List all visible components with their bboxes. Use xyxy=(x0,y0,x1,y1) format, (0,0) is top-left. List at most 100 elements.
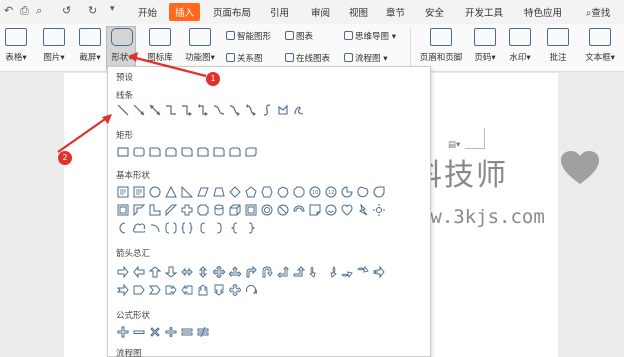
oval-shape[interactable] xyxy=(148,185,162,199)
print-icon[interactable]: ⎙ xyxy=(20,4,29,18)
curved-down-arrow-shape[interactable] xyxy=(356,265,370,279)
textbox-shape[interactable] xyxy=(116,185,130,199)
chart-button[interactable]: 图表 xyxy=(285,30,313,42)
bent-arrow-shape[interactable] xyxy=(244,265,258,279)
tab-chapter[interactable]: 章节 xyxy=(386,5,405,19)
diagonal-stripe-shape[interactable] xyxy=(164,203,178,217)
table-button[interactable]: 表格▾ xyxy=(4,26,28,63)
down-arrow-callout-shape[interactable] xyxy=(212,283,226,297)
smartart-button[interactable]: 智能图形 xyxy=(226,30,271,42)
round-same-side-rectangle-shape[interactable] xyxy=(228,145,242,159)
headerfooter-button[interactable]: 页眉和页脚 xyxy=(415,26,467,63)
double-arrow-line-shape[interactable] xyxy=(148,103,162,117)
teardrop-shape[interactable] xyxy=(372,185,386,199)
vertical-textbox-shape[interactable] xyxy=(132,185,146,199)
elbow-double-arrow-shape[interactable] xyxy=(196,103,210,117)
right-brace-shape[interactable] xyxy=(244,221,258,235)
right-arrow-shape[interactable] xyxy=(116,265,130,279)
donut-shape[interactable] xyxy=(260,203,274,217)
mindmap-button[interactable]: 思维导图 ▾ xyxy=(344,30,396,42)
search-button[interactable]: ⌕查找 xyxy=(586,5,610,19)
tab-special[interactable]: 特色应用 xyxy=(524,5,562,19)
cloud-shape[interactable] xyxy=(132,221,146,235)
tab-reference[interactable]: 引用 xyxy=(270,5,289,19)
curved-left-arrow-shape[interactable] xyxy=(324,265,338,279)
chord-shape[interactable] xyxy=(356,185,370,199)
not-equal-shape[interactable] xyxy=(196,325,210,339)
triangle-shape[interactable] xyxy=(164,185,178,199)
rounded-rectangle-shape[interactable] xyxy=(132,145,146,159)
paste-options-icon[interactable]: ▤▾ xyxy=(448,140,460,150)
curved-up-arrow-shape[interactable] xyxy=(340,265,354,279)
preview-icon[interactable]: ⌕ xyxy=(36,4,42,18)
left-up-arrow-shape[interactable] xyxy=(276,265,290,279)
plus-shape[interactable] xyxy=(116,325,130,339)
comment-button[interactable]: 批注 xyxy=(546,26,570,63)
left-bracket-shape[interactable] xyxy=(196,221,210,235)
tab-review[interactable]: 审阅 xyxy=(311,5,330,19)
left-right-up-arrow-shape[interactable] xyxy=(228,265,242,279)
arrow-line-shape[interactable] xyxy=(132,103,146,117)
tab-insert[interactable]: 插入 xyxy=(169,3,201,21)
pentagon-shape[interactable] xyxy=(244,185,258,199)
funcchart-button[interactable]: 功能图▾ xyxy=(180,26,220,63)
half-frame-shape[interactable] xyxy=(132,203,146,217)
right-bracket-shape[interactable] xyxy=(212,221,226,235)
cube-shape[interactable] xyxy=(228,203,242,217)
circular-arrow-shape[interactable] xyxy=(244,283,258,297)
iconlib-button[interactable]: 图标库 xyxy=(142,26,178,63)
divide-shape[interactable] xyxy=(164,325,178,339)
elbow-arrow-shape[interactable] xyxy=(180,103,194,117)
curved-double-arrow-shape[interactable] xyxy=(244,103,258,117)
arc-shape[interactable] xyxy=(148,221,162,235)
curved-connector-shape[interactable] xyxy=(212,103,226,117)
lightning-bolt-shape[interactable] xyxy=(356,203,370,217)
line-shape[interactable] xyxy=(116,103,130,117)
minus-shape[interactable] xyxy=(132,325,146,339)
equal-shape[interactable] xyxy=(180,325,194,339)
relation-button[interactable]: 关系图 xyxy=(226,52,263,64)
tab-developer[interactable]: 开发工具 xyxy=(465,5,503,19)
double-brace-shape[interactable] xyxy=(180,221,194,235)
left-right-arrow-shape[interactable] xyxy=(180,265,194,279)
undo-arrow-icon[interactable]: ↺ xyxy=(62,4,71,17)
right-arrow-callout-shape[interactable] xyxy=(164,283,178,297)
round-one-corner-rectangle-shape[interactable] xyxy=(212,145,226,159)
screenshot-button[interactable]: 截屏▾ xyxy=(76,26,104,63)
block-arc-shape[interactable] xyxy=(292,203,306,217)
sun-shape[interactable] xyxy=(372,203,386,217)
left-brace-shape[interactable] xyxy=(228,221,242,235)
heptagon-shape[interactable] xyxy=(276,185,290,199)
right-triangle-shape[interactable] xyxy=(180,185,194,199)
round-diagonal-rectangle-shape[interactable] xyxy=(244,145,258,159)
snip-round-rectangle-shape[interactable] xyxy=(196,145,210,159)
l-shape[interactable] xyxy=(148,203,162,217)
flowchart-button[interactable]: 流程图 ▾ xyxy=(344,52,387,64)
parallelogram-shape[interactable] xyxy=(196,185,210,199)
no-symbol-shape[interactable] xyxy=(276,203,290,217)
cross-shape[interactable] xyxy=(180,203,194,217)
pie-shape[interactable] xyxy=(340,185,354,199)
curved-right-arrow-shape[interactable] xyxy=(308,265,322,279)
moon-shape[interactable] xyxy=(116,221,130,235)
decagon-shape[interactable]: 10 xyxy=(308,185,322,199)
picture-button[interactable]: 图片▾ xyxy=(40,26,68,63)
freeform-shape[interactable] xyxy=(276,103,290,117)
bevel-shape[interactable] xyxy=(244,203,258,217)
frame-shape[interactable] xyxy=(116,203,130,217)
pentagon-arrow-shape[interactable] xyxy=(132,283,146,297)
watermark-button[interactable]: 水印▾ xyxy=(504,26,536,63)
left-arrow-shape[interactable] xyxy=(132,265,146,279)
up-arrow-shape[interactable] xyxy=(148,265,162,279)
tab-view[interactable]: 视图 xyxy=(349,5,368,19)
redo-arrow-icon[interactable]: ↻ xyxy=(88,4,97,17)
multiply-shape[interactable] xyxy=(148,325,162,339)
quad-arrow-shape[interactable] xyxy=(212,265,226,279)
heart-shape[interactable] xyxy=(340,203,354,217)
elbow-connector-shape[interactable] xyxy=(164,103,178,117)
left-arrow-callout-shape[interactable] xyxy=(180,283,194,297)
pagenum-button[interactable]: 页码▾ xyxy=(470,26,500,63)
octagon-shape[interactable] xyxy=(292,185,306,199)
textbox-button[interactable]: 文本框▾ xyxy=(580,26,620,63)
undo-icon[interactable]: ↶ xyxy=(4,4,13,17)
